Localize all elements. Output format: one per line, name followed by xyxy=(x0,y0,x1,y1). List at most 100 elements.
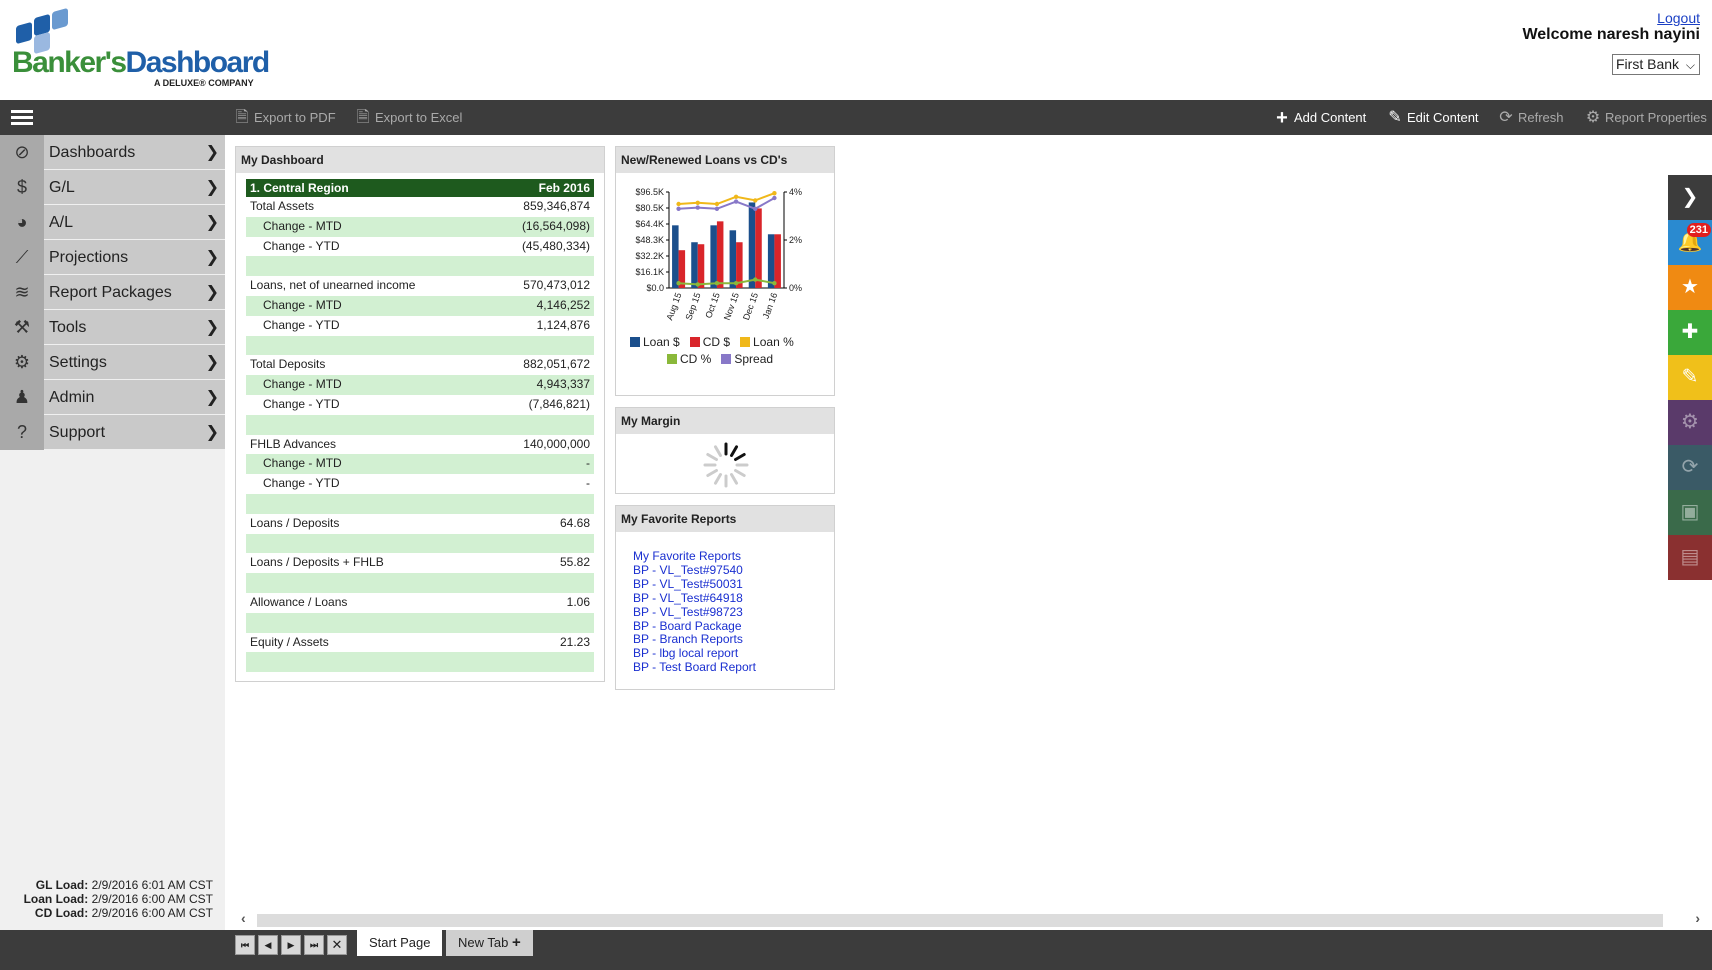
gear-button[interactable]: ⚙ xyxy=(1668,400,1712,445)
plus-button[interactable]: ✚ xyxy=(1668,310,1712,355)
table-row: Change - YTD (7,846,821) xyxy=(246,395,594,415)
point-spread xyxy=(695,205,700,210)
collapse-arrow-button[interactable]: ❯ xyxy=(1668,175,1712,220)
last-tab-icon[interactable]: ⏭ xyxy=(304,935,324,955)
table-row: Loans / Deposits 64.68 xyxy=(246,514,594,534)
legend-item: Loan $ xyxy=(630,335,680,349)
table-row: Change - MTD - xyxy=(246,454,594,475)
add-tab-icon[interactable]: + xyxy=(512,934,521,951)
favorite-report-link[interactable]: BP - VL_Test#98723 xyxy=(633,605,756,620)
bar-cd- xyxy=(716,221,724,288)
favorite-report-link[interactable]: BP - VL_Test#50031 xyxy=(633,577,756,592)
pencil-button[interactable]: ✎ xyxy=(1668,355,1712,400)
bank-select[interactable]: First Bank ⌵ xyxy=(1612,54,1700,75)
add-content-button[interactable]: + Add Content xyxy=(1274,100,1366,135)
sidebar-item-dashboards[interactable]: ⊘ Dashboards ❯ xyxy=(0,135,225,170)
refresh-button[interactable]: ⟳ xyxy=(1668,445,1712,490)
row-value: (45,480,334) xyxy=(521,238,590,253)
x-tick-label: Aug 15 xyxy=(664,291,683,321)
spinner-segment xyxy=(714,473,722,485)
sidebar: ⊘ Dashboards ❯ $ G/L ❯ ◕ A/L ❯ ⟋ Project… xyxy=(0,135,225,930)
sidebar-item-projections[interactable]: ⟋ Projections ❯ xyxy=(0,240,225,275)
sidebar-item-gl[interactable]: $ G/L ❯ xyxy=(0,170,225,205)
bar-loan- xyxy=(672,225,679,288)
gl-load: GL Load: 2/9/2016 6:01 AM CST xyxy=(24,878,213,892)
excel-file-icon: 🗎 xyxy=(356,108,370,126)
star-button[interactable]: ★ xyxy=(1668,265,1712,310)
scroll-left-icon[interactable]: ‹ xyxy=(241,910,246,926)
first-tab-icon[interactable]: ⏮ xyxy=(235,935,255,955)
refresh-icon: ⟳ xyxy=(1681,456,1699,478)
line-chart-icon: ⟋ xyxy=(0,240,44,275)
point-cd- xyxy=(676,281,681,286)
report-properties-button[interactable]: ⚙ Report Properties xyxy=(1585,100,1707,135)
row-label: Change - YTD xyxy=(263,476,340,491)
brand-part-1: Banker's xyxy=(12,46,127,79)
export-excel-button[interactable]: 🗎 Export to Excel xyxy=(355,100,463,135)
y2-tick-label: 0% xyxy=(789,283,802,293)
sidebar-item-label: Tools xyxy=(49,319,87,336)
favorite-report-link[interactable]: BP - Test Board Report xyxy=(633,660,756,675)
favorite-report-link[interactable]: My Favorite Reports xyxy=(633,549,756,564)
table-row: Total Deposits 882,051,672 xyxy=(246,355,594,375)
row-label: Change - YTD xyxy=(263,317,340,332)
x-tick-label: Jan 16 xyxy=(761,291,780,320)
favorite-report-link[interactable]: BP - lbg local report xyxy=(633,646,756,661)
row-label: Change - MTD xyxy=(263,297,342,312)
table-row: Loans, net of unearned income 570,473,012 xyxy=(246,276,594,296)
y2-tick-label: 2% xyxy=(789,235,802,245)
sidebar-item-report-packages[interactable]: ≋ Report Packages ❯ xyxy=(0,275,225,310)
y-tick-label: $16.1K xyxy=(635,267,664,277)
pencil-icon: ✎ xyxy=(1388,108,1402,126)
refresh-button[interactable]: ⟳ Refresh xyxy=(1498,100,1564,135)
favorite-report-link[interactable]: BP - VL_Test#64918 xyxy=(633,591,756,606)
favorite-report-link[interactable]: BP - Board Package xyxy=(633,619,756,634)
excel-icon: ▣ xyxy=(1680,501,1700,523)
scroll-right-icon[interactable]: › xyxy=(1695,910,1700,926)
close-tab-icon[interactable]: ✕ xyxy=(327,935,347,955)
logout-link[interactable]: Logout xyxy=(1657,10,1700,26)
export-pdf-button[interactable]: 🗎 Export to PDF xyxy=(234,100,336,135)
excel-button[interactable]: ▣ xyxy=(1668,490,1712,535)
tab-start-page[interactable]: Start Page xyxy=(357,930,443,956)
tab-new-tab[interactable]: New Tab + xyxy=(446,930,533,956)
scrollbar-thumb[interactable] xyxy=(257,914,1663,927)
sidebar-item-tools[interactable]: ⚒ Tools ❯ xyxy=(0,310,225,345)
sidebar-item-settings[interactable]: ⚙ Settings ❯ xyxy=(0,345,225,380)
row-label: Total Assets xyxy=(250,199,315,213)
y-tick-label: $80.5K xyxy=(635,203,664,213)
sidebar-item-support[interactable]: ? Support ❯ xyxy=(0,415,225,450)
load-label: CD Load: xyxy=(34,906,89,920)
favorite-reports-list: My Favorite Reports BP - VL_Test#97540 BP … xyxy=(633,549,756,675)
sidebar-item-al[interactable]: ◕ A/L ❯ xyxy=(0,205,225,240)
bottom-tab-bar: ⏮ ◀ ▶ ⏭ ✕ Start Page New Tab + xyxy=(0,930,1712,970)
row-value: 55.82 xyxy=(559,555,590,570)
prev-tab-icon[interactable]: ◀ xyxy=(258,935,278,955)
row-label: Total Deposits xyxy=(250,357,326,372)
hamburger-menu-icon[interactable] xyxy=(11,110,33,126)
spinner-segment xyxy=(730,445,738,457)
next-tab-icon[interactable]: ▶ xyxy=(281,935,301,955)
favorite-report-link[interactable]: BP - Branch Reports xyxy=(633,633,756,647)
tab-label: New Tab xyxy=(458,935,509,950)
loading-spinner-icon xyxy=(703,442,749,488)
legend-swatch xyxy=(721,354,732,364)
horizontal-scrollbar[interactable]: ‹ › xyxy=(225,910,1712,928)
edit-content-button[interactable]: ✎ Edit Content xyxy=(1387,100,1478,135)
x-tick-label: Sep 15 xyxy=(683,291,702,321)
pdf-button[interactable]: ▤ xyxy=(1668,535,1712,580)
row-label: Allowance / Loans xyxy=(250,594,348,609)
bell-button[interactable]: 🔔 231 xyxy=(1668,220,1712,265)
pdf-file-icon: 🗎 xyxy=(235,108,249,126)
legend-item: Loan % xyxy=(740,335,794,349)
bar-loan- xyxy=(729,230,737,288)
panel-title: My Dashboard xyxy=(236,147,604,173)
row-value: 4,146,252 xyxy=(536,297,590,312)
row-value: 570,473,012 xyxy=(523,278,590,293)
legend-label: Loan % xyxy=(753,335,794,349)
favorite-report-link[interactable]: BP - VL_Test#97540 xyxy=(633,563,756,578)
table-row: Loans / Deposits + FHLB 55.82 xyxy=(246,553,594,573)
refresh-label: Refresh xyxy=(1518,110,1564,125)
row-label: Change - MTD xyxy=(263,218,342,233)
sidebar-item-admin[interactable]: ♟ Admin ❯ xyxy=(0,380,225,415)
